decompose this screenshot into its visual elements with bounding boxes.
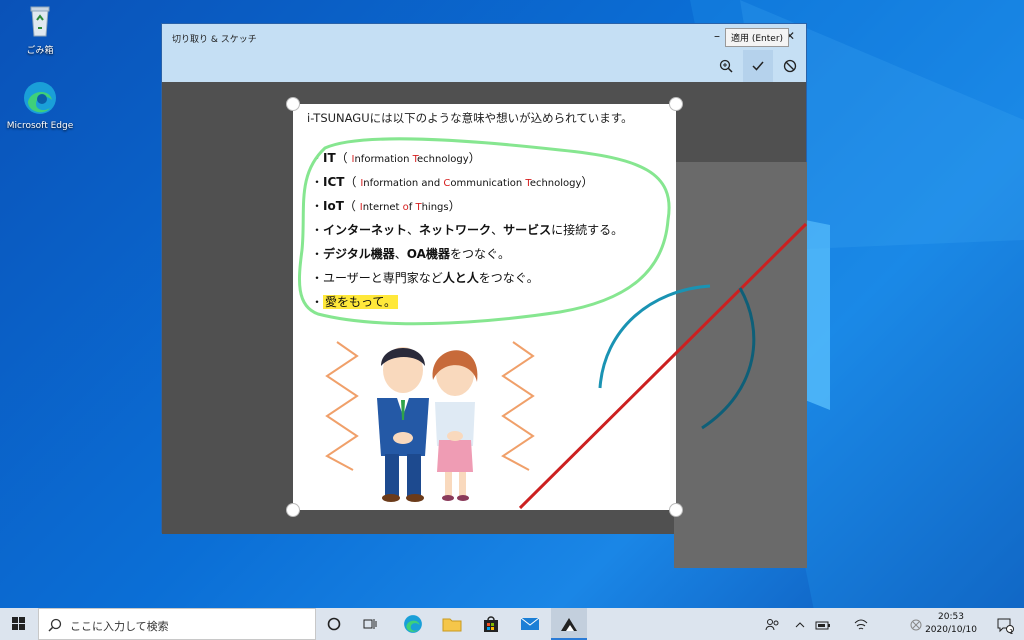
taskbar-store[interactable] — [473, 608, 509, 640]
snip-sketch-icon — [561, 618, 577, 631]
notification-count: 1 — [1009, 628, 1014, 636]
battery-tray[interactable] — [812, 608, 834, 640]
wifi-icon — [854, 619, 868, 629]
taskbar-snip-sketch[interactable] — [551, 608, 587, 640]
clock-date: 2020/10/10 — [925, 625, 977, 635]
edge-icon — [24, 82, 56, 114]
document-heading: i-TSUNAGUには以下のような意味や想いが込められています。 — [307, 111, 633, 125]
taskbar-file-explorer[interactable] — [434, 608, 470, 640]
motion-lines-left — [325, 341, 359, 471]
canvas-background-sheet — [674, 162, 807, 568]
apply-tooltip: 適用 (Enter) — [725, 28, 790, 47]
action-center-button[interactable]: 1 — [990, 608, 1020, 640]
network-tray[interactable] — [850, 608, 872, 640]
mail-icon — [520, 617, 540, 630]
clock-time: 20:53 — [938, 612, 964, 622]
windows-logo-icon — [12, 617, 25, 630]
taskbar: ここに入力して検索 20:53 2020/10/10 1 — [0, 608, 1024, 640]
show-hidden-icons[interactable] — [790, 608, 810, 640]
store-bag-icon — [484, 616, 498, 632]
list-item: ・デジタル機器、OA機器をつなぐ。 — [311, 247, 510, 261]
illustration-bowing-people — [325, 341, 535, 502]
list-item: ・IT（ Information Technology） — [311, 151, 481, 165]
taskbar-clock[interactable]: 20:53 2020/10/10 — [920, 611, 982, 637]
crop-handle-bottom-left[interactable] — [286, 503, 300, 517]
recycle-bin-icon — [30, 6, 50, 37]
cortana-circle-icon — [327, 617, 341, 631]
cortana-button[interactable] — [316, 608, 352, 640]
woman-figure — [432, 350, 478, 501]
battery-icon — [815, 621, 830, 629]
window-title: 切り取り & スケッチ — [172, 35, 257, 45]
apply-button[interactable] — [743, 50, 773, 82]
cancel-icon — [783, 59, 797, 73]
man-figure — [377, 347, 429, 502]
task-view-button[interactable] — [352, 608, 388, 640]
task-view-icon — [363, 619, 377, 629]
folder-icon — [442, 618, 462, 632]
chevron-up-icon — [795, 621, 805, 627]
desktop-icon-label: Microsoft Edge — [6, 121, 74, 131]
crop-handle-top-right[interactable] — [669, 97, 683, 111]
crop-handle-bottom-right[interactable] — [669, 503, 683, 517]
list-item: ・IoT（ Internet of Things） — [311, 199, 461, 213]
title-bar: 切り取り & スケッチ – ✕ 適用 (Enter) — [162, 24, 806, 82]
motion-lines-right — [501, 341, 535, 471]
people-icon — [765, 618, 779, 630]
list-item: ・ICT（ Information and Communication Tech… — [311, 175, 594, 189]
crop-handle-top-left[interactable] — [286, 97, 300, 111]
taskbar-search-box[interactable]: ここに入力して検索 — [38, 608, 316, 640]
list-item: ・愛をもって。 — [311, 295, 399, 309]
desktop-icon-recycle-bin[interactable]: ごみ箱 — [4, 2, 76, 56]
search-icon — [48, 618, 62, 632]
cancel-crop-button[interactable] — [775, 50, 805, 82]
checkmark-icon — [752, 61, 764, 71]
start-button[interactable] — [0, 608, 38, 640]
list-item: ・ユーザーと専門家など人と人をつなぐ。 — [311, 271, 539, 285]
taskbar-mail[interactable] — [512, 608, 548, 640]
list-item: ・インターネット、ネットワーク、サービスに接続する。 — [311, 223, 624, 237]
edge-icon — [404, 615, 422, 633]
zoom-in-icon — [719, 59, 733, 73]
search-placeholder: ここに入力して検索 — [70, 620, 169, 633]
people-button[interactable] — [762, 608, 784, 640]
taskbar-edge[interactable] — [395, 608, 431, 640]
zoom-button[interactable] — [711, 50, 741, 82]
desktop-icon-edge[interactable]: Microsoft Edge — [4, 80, 76, 131]
crop-selection[interactable]: i-TSUNAGUには以下のような意味や想いが込められています。 ・IT（ In… — [286, 97, 683, 517]
desktop-icon-label: ごみ箱 — [26, 46, 54, 56]
